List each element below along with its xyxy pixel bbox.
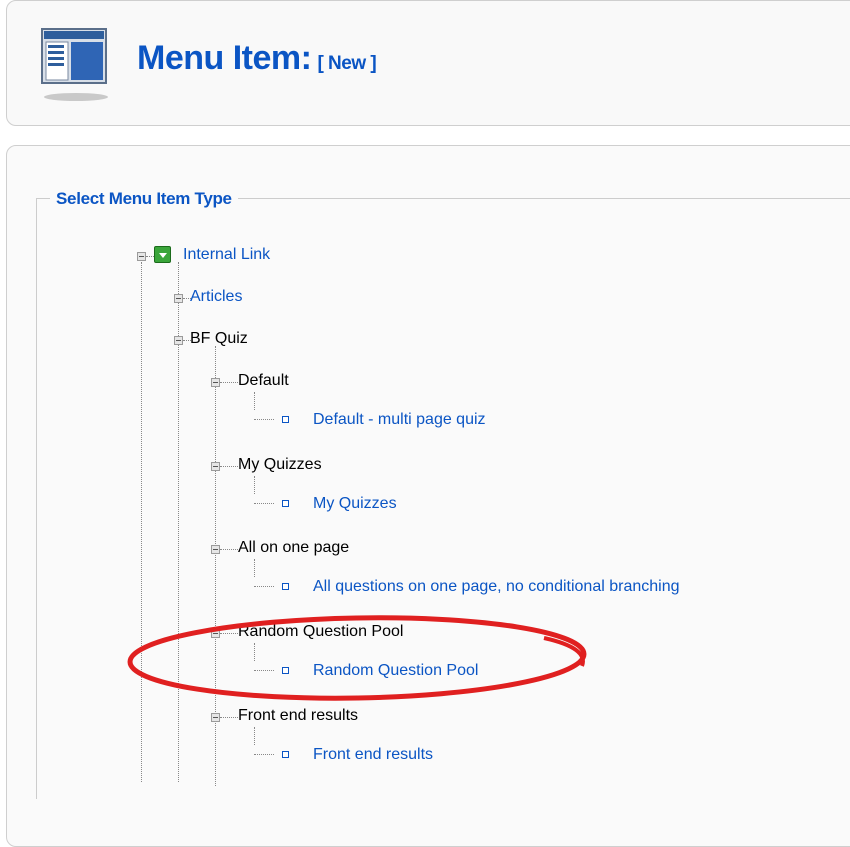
tree-line bbox=[220, 549, 238, 550]
leaf-square-icon bbox=[282, 751, 289, 758]
leaf-square-icon bbox=[282, 416, 289, 423]
tree-node-internal-link[interactable]: Internal Link bbox=[183, 245, 270, 265]
highlight-ellipse bbox=[127, 615, 587, 701]
green-expand-icon[interactable] bbox=[154, 246, 171, 263]
collapse-toggle-icon[interactable] bbox=[211, 462, 220, 471]
tree-node-my-quizzes: My Quizzes bbox=[238, 456, 322, 473]
expand-toggle-icon[interactable] bbox=[174, 294, 183, 303]
menu-type-default-multi-page[interactable]: Default - multi page quiz bbox=[313, 410, 486, 430]
menu-type-my-quizzes[interactable]: My Quizzes bbox=[313, 494, 397, 514]
menu-type-front-end-results[interactable]: Front end results bbox=[313, 745, 433, 765]
tree-line bbox=[254, 419, 274, 420]
tree-line bbox=[254, 503, 274, 504]
toolbar-header: Menu Item:[ New ] bbox=[6, 0, 850, 126]
collapse-toggle-icon[interactable] bbox=[211, 713, 220, 722]
menu-type-all-questions-one-page[interactable]: All questions on one page, no conditiona… bbox=[313, 577, 680, 597]
leaf-square-icon bbox=[282, 583, 289, 590]
tree-line bbox=[254, 754, 274, 755]
page-title-text: Menu Item: bbox=[137, 39, 312, 77]
leaf-square-icon bbox=[282, 500, 289, 507]
tree-line bbox=[146, 256, 154, 257]
tree-line bbox=[254, 727, 255, 745]
collapse-toggle-icon[interactable] bbox=[211, 545, 220, 554]
fieldset-legend: Select Menu Item Type bbox=[50, 189, 238, 209]
tree-node-bf-quiz: BF Quiz bbox=[190, 330, 248, 347]
tree-line bbox=[254, 476, 255, 494]
tree-line bbox=[220, 466, 238, 467]
tree-node-default: Default bbox=[238, 372, 289, 389]
tree-node-articles[interactable]: Articles bbox=[190, 287, 242, 307]
tree-node-all-on-one-page: All on one page bbox=[238, 539, 350, 556]
tree-line bbox=[254, 392, 255, 410]
page-subtitle: [ New ] bbox=[317, 53, 377, 74]
tree-line bbox=[220, 382, 238, 383]
tree-line bbox=[254, 586, 274, 587]
collapse-toggle-icon[interactable] bbox=[211, 378, 220, 387]
page-title: Menu Item:[ New ] bbox=[137, 39, 377, 78]
tree-line bbox=[254, 559, 255, 577]
collapse-toggle-icon[interactable] bbox=[174, 336, 183, 345]
collapse-toggle-icon[interactable] bbox=[137, 252, 146, 261]
tree-line bbox=[220, 717, 238, 718]
menu-manager-icon bbox=[41, 28, 108, 101]
